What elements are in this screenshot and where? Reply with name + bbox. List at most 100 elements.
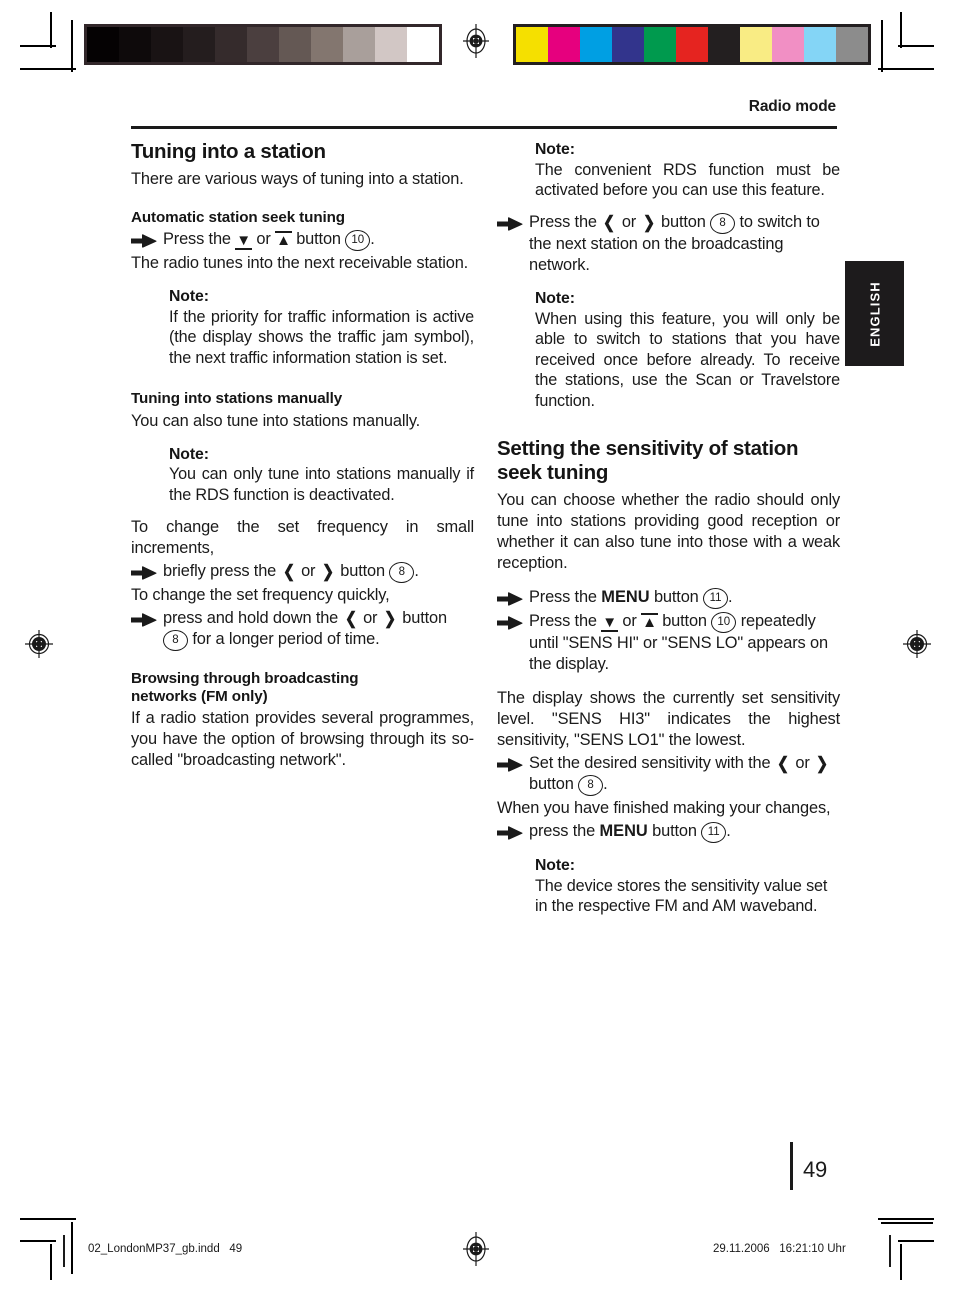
note-label: Note:	[535, 856, 575, 874]
subheading-browsing-networks: Browsing through broadcasting networks (…	[131, 670, 474, 706]
step-button-word: button	[402, 608, 447, 627]
button-reference-11: 11	[703, 587, 729, 609]
footer-timestamp: 29.11.2006 16:21:10 Uhr	[713, 1243, 846, 1255]
button-reference-8: 8	[163, 629, 188, 651]
manual-page: Radio mode Tuning into a station There a…	[0, 0, 954, 1290]
page-header-title: Radio mode	[748, 98, 836, 115]
hand-pointer-icon	[497, 212, 529, 231]
section-title-line-1: Setting the sensitivity of station	[497, 437, 799, 461]
step-suffix: .	[728, 587, 733, 606]
step-press-menu-2: press the MENU button 11.	[497, 821, 840, 843]
step-text: Press the ▼ or ▲ button 10.	[163, 229, 474, 251]
note-stores-value: Note: The device stores the sensitivity …	[535, 856, 840, 917]
chevron-right-icon: ❯	[383, 608, 396, 628]
step-middle: or	[622, 611, 637, 630]
step-press-menu-1: Press the MENU button 11.	[497, 587, 840, 609]
button-reference-8: 8	[578, 774, 604, 796]
subheading-line-1: Browsing through broadcasting	[131, 669, 359, 687]
footer-rule-left	[63, 1235, 65, 1267]
hand-pointer-icon	[497, 753, 529, 772]
step-middle: or	[795, 753, 810, 772]
step-prefix: Press the	[163, 230, 231, 248]
page-number: 49	[803, 1157, 828, 1182]
arrow-down-icon: ▼	[601, 613, 618, 632]
note-label: Note:	[535, 289, 575, 307]
section-title-line-2: seek tuning	[497, 461, 609, 485]
footer-filename: 02_LondonMP37_gb.indd 49	[88, 1243, 243, 1255]
note-body: The device stores the sensitivity value …	[535, 876, 828, 916]
hand-pointer-icon	[497, 821, 529, 840]
step-button-word: button	[652, 821, 697, 840]
right-column: Note: The convenient RDS function must b…	[497, 140, 840, 917]
hand-pointer-icon	[131, 561, 163, 580]
hand-pointer-icon	[131, 229, 163, 248]
header-divider	[131, 126, 837, 129]
step-prefix: Press the	[529, 212, 597, 231]
step-press-and-hold: press and hold down the ❮ or ❯ button 8 …	[131, 608, 474, 651]
chevron-left-icon: ❮	[344, 608, 357, 628]
step-text: Set the desired sensitivity with the ❮ o…	[529, 753, 840, 796]
manual-tuning-intro: You can also tune into stations manually…	[131, 411, 421, 430]
step-prefix: press and hold down the	[163, 608, 339, 627]
step-switch-next-station: Press the ❮ or ❯ button 8 to switch to t…	[497, 212, 840, 276]
step-prefix: press the	[529, 821, 596, 840]
subheading-automatic-seek: Automatic station seek tuning	[131, 208, 345, 226]
note-rds-activated: Note: The convenient RDS function must b…	[535, 140, 840, 201]
intro-paragraph: There are various ways of tuning into a …	[131, 169, 464, 188]
section-title-sensitivity: Setting the sensitivity of station seek …	[497, 437, 840, 485]
step-button-word: button	[662, 611, 707, 630]
step-prefix: Set the desired sensitivity with the	[529, 753, 771, 772]
step-suffix: .	[603, 774, 608, 793]
language-tab-label: ENGLISH	[867, 280, 882, 347]
button-reference-10: 10	[711, 611, 737, 633]
step-text: Press the ▼ or ▲ button 10 repeatedly un…	[529, 611, 840, 675]
note-body: When using this feature, you will only b…	[535, 309, 840, 410]
step-middle: or	[256, 230, 271, 248]
hand-pointer-icon	[497, 611, 529, 630]
footer-rule-right	[889, 1235, 891, 1267]
step-suffix: .	[726, 821, 731, 840]
page-number-rule	[790, 1142, 793, 1190]
step-set-sensitivity: Set the desired sensitivity with the ❮ o…	[497, 753, 840, 796]
step-middle: or	[301, 561, 316, 580]
sensitivity-intro: You can choose whether the radio should …	[497, 490, 840, 572]
step-button-word: button	[296, 230, 341, 248]
note-traffic-priority: Note: If the priority for traffic inform…	[169, 287, 474, 368]
step-suffix: .	[370, 230, 375, 248]
step-button-word: button	[653, 587, 699, 606]
finished-changes-lead: When you have finished making your chang…	[497, 798, 831, 817]
step-prefix: Press the	[529, 611, 597, 630]
note-label: Note:	[169, 445, 209, 463]
arrow-up-icon: ▲	[275, 231, 292, 249]
hand-pointer-icon	[497, 587, 529, 606]
arrow-up-icon: ▲	[641, 612, 658, 631]
button-reference-8: 8	[710, 212, 736, 234]
chevron-right-icon: ❯	[816, 753, 829, 773]
chevron-right-icon: ❯	[642, 212, 655, 232]
step-text: press and hold down the ❮ or ❯ button 8 …	[163, 608, 474, 651]
chevron-left-icon: ❮	[776, 753, 789, 773]
step-text: Press the ❮ or ❯ button 8 to switch to t…	[529, 212, 840, 276]
subheading-line-2: networks (FM only)	[131, 687, 268, 705]
step-press-updown-repeatedly: Press the ▼ or ▲ button 10 repeatedly un…	[497, 611, 840, 675]
step-suffix: for a longer period of time.	[192, 629, 380, 648]
note-body: If the priority for traffic information …	[169, 307, 474, 367]
step-middle: or	[363, 608, 378, 627]
note-body: You can only tune into stations manually…	[169, 465, 474, 504]
step-prefix: briefly press the	[163, 561, 277, 580]
language-tab-english: ENGLISH	[845, 261, 904, 366]
step-button-word: button	[661, 212, 706, 231]
chevron-left-icon: ❮	[282, 561, 295, 581]
browsing-networks-body: If a radio station provides several prog…	[131, 708, 474, 769]
arrow-down-icon: ▼	[235, 232, 252, 250]
